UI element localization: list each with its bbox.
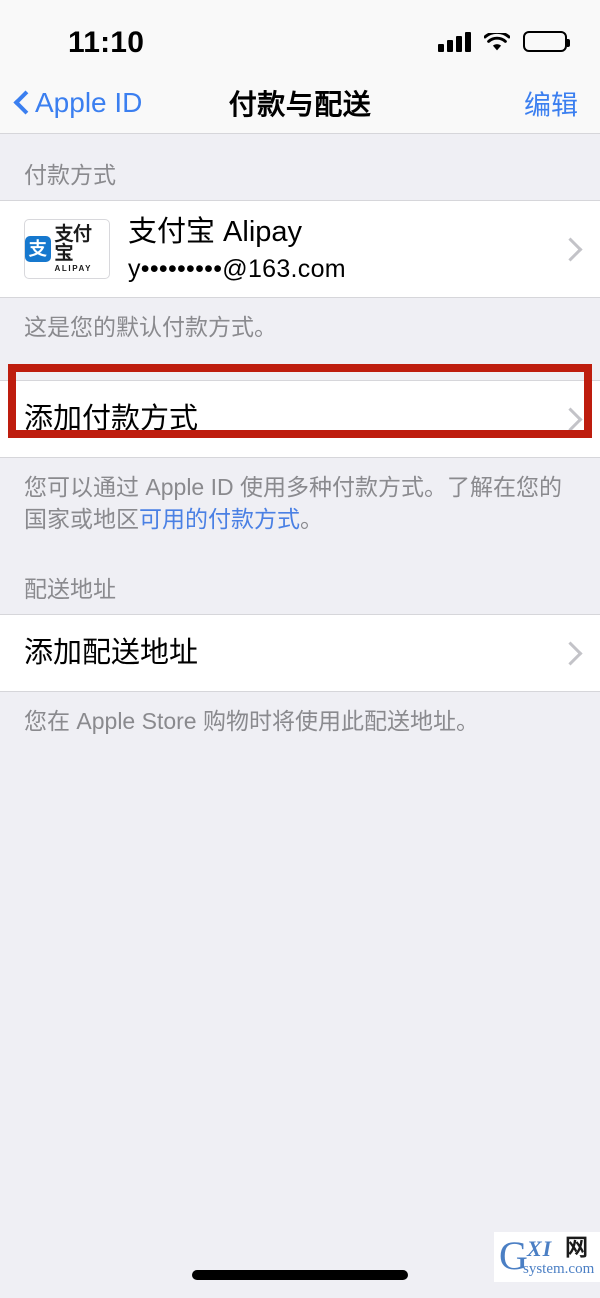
battery-full-icon bbox=[523, 31, 570, 52]
add-shipping-address-row[interactable]: 添加配送地址 bbox=[0, 614, 600, 691]
payment-method-group: 支 支付宝 ALIPAY 支付宝 Alipay y•••••••••@163.c… bbox=[0, 200, 600, 298]
status-bar: 11:10 bbox=[0, 0, 600, 72]
status-bar-time: 11:10 bbox=[68, 26, 145, 59]
shipping-address-section-header: 配送地址 bbox=[24, 575, 116, 602]
watermark-cjk: 网 bbox=[565, 1234, 588, 1260]
chevron-right-icon bbox=[562, 236, 578, 262]
cellular-signal-icon bbox=[438, 32, 471, 52]
page-title: 付款与配送 bbox=[228, 88, 372, 120]
available-payment-methods-link[interactable]: 可用的付款方式 bbox=[139, 506, 300, 532]
alipay-badge: 支 bbox=[25, 236, 51, 262]
alipay-row-account: y•••••••••@163.com bbox=[128, 254, 346, 283]
status-bar-indicators bbox=[438, 28, 570, 52]
alipay-logo-icon: 支 支付宝 ALIPAY bbox=[24, 219, 110, 279]
home-indicator[interactable] bbox=[192, 1270, 408, 1280]
edit-button[interactable]: 编辑 bbox=[524, 83, 578, 122]
add-shipping-address-label: 添加配送地址 bbox=[24, 636, 199, 669]
alipay-payment-row[interactable]: 支 支付宝 ALIPAY 支付宝 Alipay y•••••••••@163.c… bbox=[0, 201, 600, 297]
alipay-row-title: 支付宝 Alipay bbox=[128, 216, 303, 249]
chevron-right-icon bbox=[562, 640, 578, 666]
shipping-address-group: 添加配送地址 bbox=[0, 613, 600, 692]
watermark-xi: XI bbox=[527, 1236, 553, 1261]
iphone-screen: 11:10 Apple ID 付款与配送 编辑 付款方式 支 支付宝 ALIPA… bbox=[0, 0, 600, 1298]
add-payment-method-group: 添加付款方式 bbox=[0, 379, 600, 458]
watermark-logo: G XI 网 system.com bbox=[494, 1232, 600, 1282]
wifi-icon bbox=[483, 30, 511, 52]
add-payment-footer-period: 。 bbox=[300, 506, 323, 533]
watermark-domain: system.com bbox=[523, 1261, 595, 1277]
alipay-logo-zh: 支付宝 bbox=[54, 224, 93, 264]
payment-method-section-header: 付款方式 bbox=[24, 162, 116, 188]
add-payment-method-footer: 您可以通过 Apple ID 使用多种付款方式。了解在您的国家或地区可用的付款方… bbox=[0, 458, 600, 536]
navigation-bar: Apple ID 付款与配送 编辑 bbox=[0, 72, 600, 134]
settings-content: 付款方式 支 支付宝 ALIPAY 支付宝 Alipay y•••••••••@… bbox=[0, 134, 600, 738]
chevron-right-icon bbox=[562, 406, 578, 432]
add-payment-method-label: 添加付款方式 bbox=[24, 402, 199, 435]
payment-method-section-footer: 这是您的默认付款方式。 bbox=[24, 314, 277, 340]
shipping-address-footer: 您在 Apple Store 购物时将使用此配送地址。 bbox=[24, 707, 479, 734]
alipay-logo-en: ALIPAY bbox=[54, 264, 93, 273]
add-payment-method-row[interactable]: 添加付款方式 bbox=[0, 380, 600, 457]
